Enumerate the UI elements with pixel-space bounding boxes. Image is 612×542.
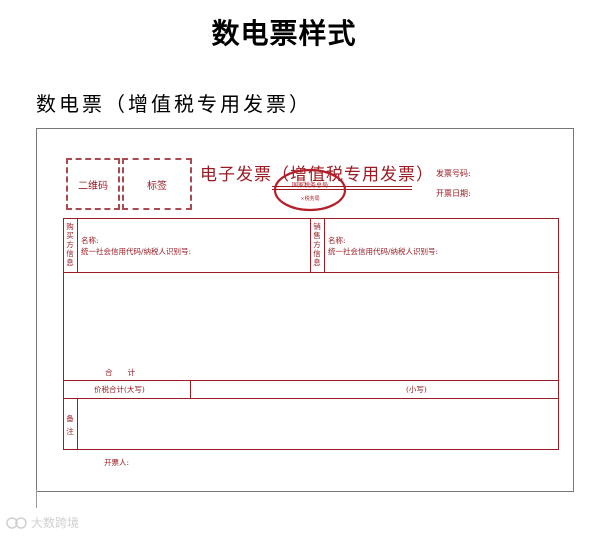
qr-code-label: 二维码 (78, 180, 108, 192)
seller-tax-id-label: 统一社会信用代码/纳税人识别号: (328, 247, 439, 256)
tag-label: 标签 (147, 180, 167, 192)
tax-seal-icon: 国家税务总局 ×税务局 (273, 168, 347, 212)
page-title: 数电票样式 (211, 17, 357, 50)
watermark-logo-icon (6, 516, 27, 529)
frame-edge (36, 490, 37, 508)
seal-top-text: 国家税务总局 (292, 181, 328, 189)
invoice-date-label: 开票日期: (436, 189, 471, 198)
watermark-text: 大数跨境 (31, 516, 80, 530)
buyer-name-label: 名称: (81, 236, 99, 245)
remarks-label-divider (77, 398, 78, 450)
seller-info-label: 销售方信息 (313, 222, 321, 267)
issuer-label: 开票人: (104, 458, 130, 467)
watermark: 大数跨境 (6, 514, 79, 531)
buyer-tax-id-label: 统一社会信用代码/纳税人识别号: (81, 247, 192, 256)
section-title: 数电票（增值税专用发票） (36, 92, 312, 116)
seller-name-label: 名称: (328, 236, 346, 245)
remarks-label: 备注 (66, 414, 74, 436)
total-divider (63, 380, 559, 381)
tag-placeholder: 标签 (122, 158, 192, 210)
qr-code-placeholder: 二维码 (66, 158, 120, 210)
party-divider (63, 272, 559, 273)
invoice-sample: 二维码 标签 电子发票（增值税专用发票） 国家税务总局 ×税务局 发票号码: 开… (50, 140, 560, 480)
remarks-divider (63, 398, 559, 399)
lowercase-amount-label: (小写) (406, 385, 427, 394)
seller-label-divider (324, 218, 325, 272)
seal-bottom-text: ×税务局 (300, 195, 319, 202)
buyer-info-label: 购买方信息 (66, 222, 74, 267)
total-tax-label: 价税合计(大写) (94, 385, 145, 394)
party-mid-divider (310, 218, 311, 272)
buyer-label-divider (77, 218, 78, 272)
invoice-number-label: 发票号码: (436, 169, 471, 178)
total-tax-divider (190, 380, 191, 398)
total-label: 合 计 (105, 368, 135, 377)
